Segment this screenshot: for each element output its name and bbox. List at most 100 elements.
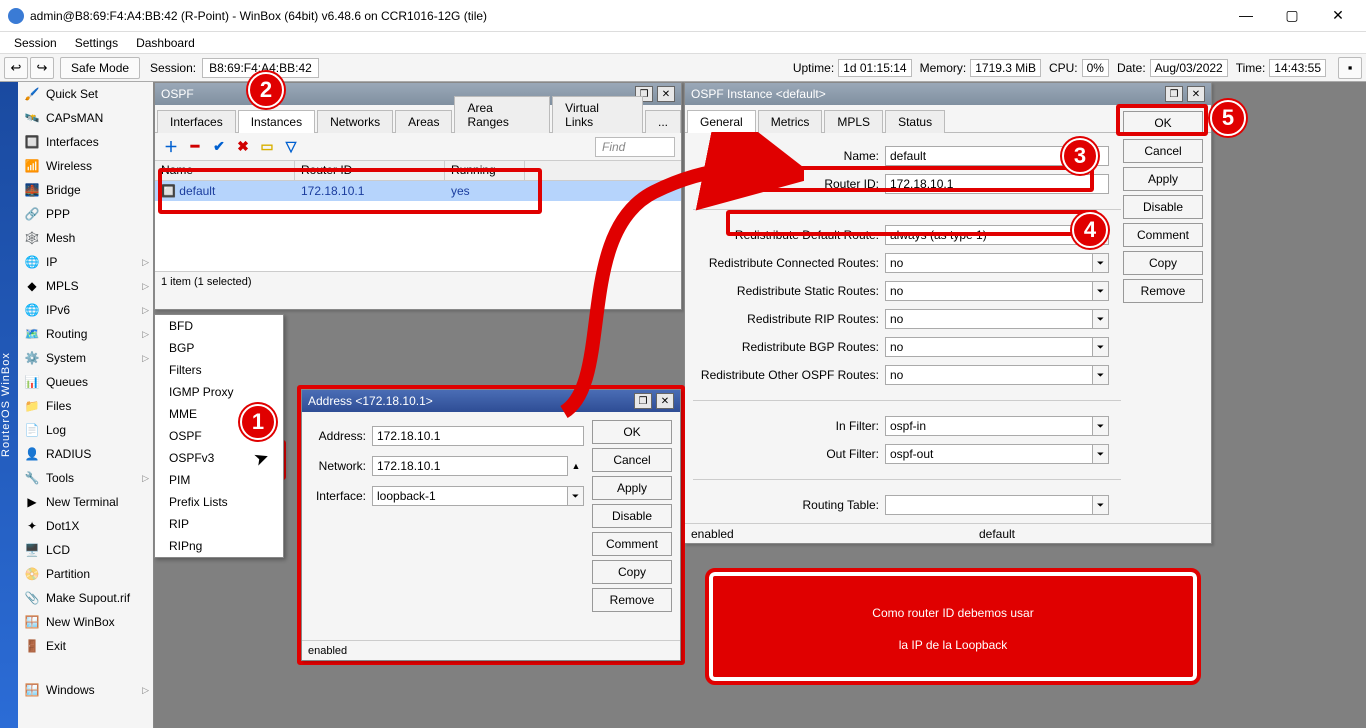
sidebar-item[interactable]: 📁Files (18, 394, 153, 418)
comment-button[interactable]: Comment (1123, 223, 1203, 247)
disable-button[interactable]: Disable (592, 504, 672, 528)
remove-button[interactable]: ━ (185, 137, 205, 157)
tab-interfaces[interactable]: Interfaces (157, 110, 236, 133)
comment-button[interactable]: Comment (592, 532, 672, 556)
ok-button[interactable]: OK (592, 420, 672, 444)
sidebar-item[interactable]: 🌐IP▷ (18, 250, 153, 274)
submenu-item[interactable]: RIP (155, 513, 283, 535)
tab-networks[interactable]: Networks (317, 110, 393, 133)
sidebar-item[interactable]: 👤RADIUS (18, 442, 153, 466)
ok-button[interactable]: OK (1123, 111, 1203, 135)
dropdown-icon[interactable]: ⏷ (1093, 309, 1109, 329)
dropdown-icon[interactable]: ⏷ (1093, 337, 1109, 357)
sidebar-item[interactable]: ▶New Terminal (18, 490, 153, 514)
submenu-item[interactable]: BGP (155, 337, 283, 359)
tab-virtual-links[interactable]: Virtual Links (552, 96, 643, 133)
tab-area-ranges[interactable]: Area Ranges (454, 96, 550, 133)
routerid-input[interactable]: 172.18.10.1 (885, 174, 1109, 194)
sidebar-item[interactable]: 🛰️CAPsMAN (18, 106, 153, 130)
sidebar-item[interactable]: 🖥️LCD (18, 538, 153, 562)
dropdown-icon[interactable]: ⏷ (1093, 365, 1109, 385)
tab-areas[interactable]: Areas (395, 110, 452, 133)
redist-rip-select[interactable]: no (885, 309, 1093, 329)
submenu-item[interactable]: PIM (155, 469, 283, 491)
tab-metrics[interactable]: Metrics (758, 110, 823, 133)
comment-button[interactable]: ▭ (257, 137, 277, 157)
sidebar-item[interactable]: 📎Make Supout.rif (18, 586, 153, 610)
menu-settings[interactable]: Settings (67, 34, 126, 52)
sidebar-item[interactable]: 📊Queues (18, 370, 153, 394)
tab-more[interactable]: ... (645, 110, 681, 133)
ospf-close-button[interactable]: ✕ (657, 86, 675, 102)
name-input[interactable]: default (885, 146, 1109, 166)
sidebar-item[interactable]: ⚙️System▷ (18, 346, 153, 370)
disable-button[interactable]: Disable (1123, 195, 1203, 219)
redist-default-select[interactable]: always (as type 1) (885, 225, 1093, 245)
redist-conn-select[interactable]: no (885, 253, 1093, 273)
instance-window-titlebar[interactable]: OSPF Instance <default> ❐ ✕ (685, 83, 1211, 105)
sidebar-item[interactable]: 🔲Interfaces (18, 130, 153, 154)
sidebar-item[interactable]: 🗺️Routing▷ (18, 322, 153, 346)
network-input[interactable]: 172.18.10.1 (372, 456, 568, 476)
hide-panel-button[interactable]: ▪ (1338, 57, 1362, 79)
sidebar-item[interactable]: 🌐IPv6▷ (18, 298, 153, 322)
maximize-button[interactable]: ▢ (1278, 7, 1306, 24)
submenu-item[interactable]: IGMP Proxy (155, 381, 283, 403)
rt-select[interactable] (885, 495, 1093, 515)
outfilter-select[interactable]: ospf-out (885, 444, 1093, 464)
sidebar-item[interactable]: 🕸️Mesh (18, 226, 153, 250)
cancel-button[interactable]: Cancel (592, 448, 672, 472)
dropdown-icon[interactable]: ⏷ (1093, 281, 1109, 301)
sidebar-item[interactable]: ✦Dot1X (18, 514, 153, 538)
copy-button[interactable]: Copy (592, 560, 672, 584)
address-dock-button[interactable]: ❐ (634, 393, 652, 409)
menu-dashboard[interactable]: Dashboard (128, 34, 203, 52)
submenu-item[interactable]: Prefix Lists (155, 491, 283, 513)
sidebar-item[interactable]: 🖌️Quick Set (18, 82, 153, 106)
apply-button[interactable]: Apply (1123, 167, 1203, 191)
undo-button[interactable]: ↩ (4, 57, 28, 79)
safe-mode-button[interactable]: Safe Mode (60, 57, 140, 79)
dropdown-icon[interactable]: ⏷ (1093, 495, 1109, 515)
tab-status[interactable]: Status (885, 110, 945, 133)
tab-instances[interactable]: Instances (238, 110, 315, 133)
add-button[interactable]: ＋ (161, 137, 181, 157)
sidebar-item[interactable]: 📄Log (18, 418, 153, 442)
submenu-item[interactable]: OSPFv3 (155, 447, 283, 469)
interface-select[interactable]: loopback-1 (372, 486, 568, 506)
cancel-button[interactable]: Cancel (1123, 139, 1203, 163)
table-row[interactable]: 🔲 default 172.18.10.1 yes (155, 181, 681, 201)
instance-dock-button[interactable]: ❐ (1165, 86, 1183, 102)
instance-close-button[interactable]: ✕ (1187, 86, 1205, 102)
submenu-item[interactable]: MME (155, 403, 283, 425)
sidebar-item[interactable]: 🌉Bridge (18, 178, 153, 202)
infilter-select[interactable]: ospf-in (885, 416, 1093, 436)
sidebar-item[interactable]: 📀Partition (18, 562, 153, 586)
sidebar-item[interactable]: 📶Wireless (18, 154, 153, 178)
col-name-header[interactable]: Name (155, 161, 295, 180)
minimize-button[interactable]: — (1232, 7, 1260, 24)
find-input[interactable]: Find (595, 137, 675, 157)
redist-bgp-select[interactable]: no (885, 337, 1093, 357)
address-close-button[interactable]: ✕ (656, 393, 674, 409)
redist-static-select[interactable]: no (885, 281, 1093, 301)
submenu-item[interactable]: OSPF (155, 425, 283, 447)
dropdown-icon[interactable]: ⏷ (1093, 253, 1109, 273)
apply-button[interactable]: Apply (592, 476, 672, 500)
tab-general[interactable]: General (687, 110, 756, 133)
menu-session[interactable]: Session (6, 34, 65, 52)
remove-button[interactable]: Remove (592, 588, 672, 612)
dropdown-icon[interactable]: ⏷ (1093, 444, 1109, 464)
dropdown-icon[interactable]: ⏷ (1093, 416, 1109, 436)
sidebar-item[interactable]: 🔗PPP (18, 202, 153, 226)
sidebar-item[interactable]: 🔧Tools▷ (18, 466, 153, 490)
sidebar-item[interactable]: 🪟Windows▷ (18, 678, 153, 702)
sidebar-item[interactable]: 🪟New WinBox (18, 610, 153, 634)
collapse-icon[interactable]: ▲ (568, 456, 584, 476)
filter-button[interactable]: ▽ (281, 137, 301, 157)
enable-button[interactable]: ✔ (209, 137, 229, 157)
remove-button[interactable]: Remove (1123, 279, 1203, 303)
submenu-item[interactable]: RIPng (155, 535, 283, 557)
tab-mpls[interactable]: MPLS (824, 110, 883, 133)
redo-button[interactable]: ↪ (30, 57, 54, 79)
